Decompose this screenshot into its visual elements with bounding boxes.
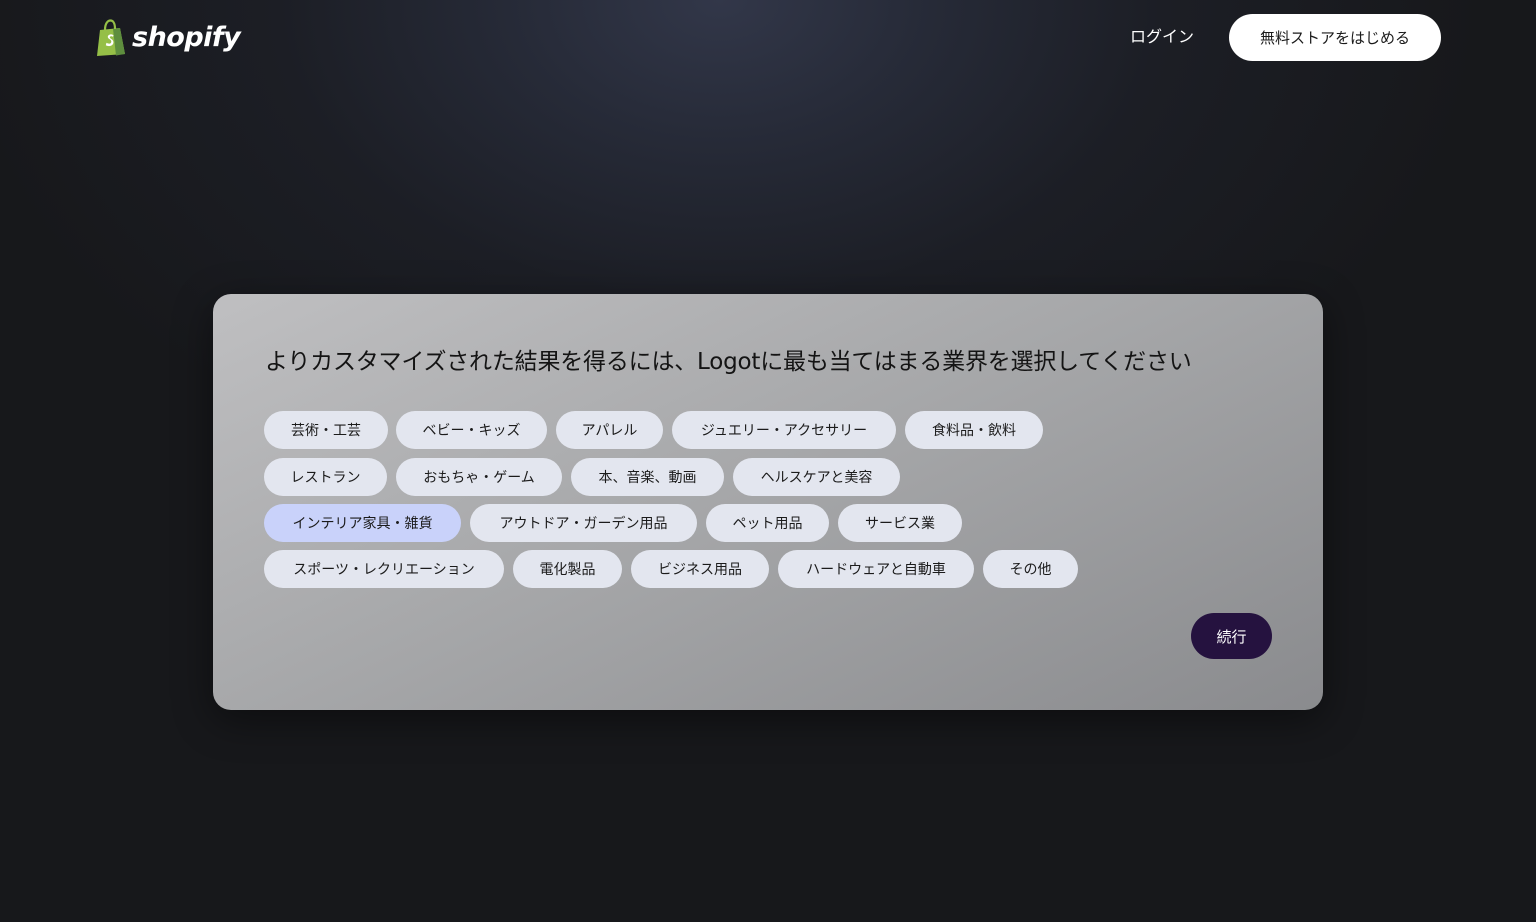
industry-chip-selected[interactable]: インテリア家具・雑貨 bbox=[264, 504, 461, 542]
industry-chip[interactable]: ヘルスケアと美容 bbox=[733, 458, 900, 496]
industry-chip[interactable]: スポーツ・レクリエーション bbox=[264, 550, 504, 588]
continue-button[interactable]: 続行 bbox=[1191, 613, 1272, 659]
industry-chip[interactable]: 芸術・工芸 bbox=[264, 411, 388, 449]
industry-chip[interactable]: おもちゃ・ゲーム bbox=[396, 458, 562, 496]
industry-chip[interactable]: ジュエリー・アクセサリー bbox=[672, 411, 896, 449]
card-title: よりカスタマイズされた結果を得るには、Logotに最も当てはまる業界を選択してく… bbox=[265, 349, 1192, 375]
industry-chip[interactable]: 食料品・飲料 bbox=[905, 411, 1043, 449]
brand-name: shopify bbox=[132, 21, 241, 53]
industry-chip[interactable]: ペット用品 bbox=[706, 504, 829, 542]
industry-chip[interactable]: ベビー・キッズ bbox=[396, 411, 547, 449]
industry-chip[interactable]: レストラン bbox=[264, 458, 387, 496]
industry-chip[interactable]: サービス業 bbox=[838, 504, 962, 542]
industry-chip[interactable]: ビジネス用品 bbox=[631, 550, 769, 588]
industry-chip[interactable]: アウトドア・ガーデン用品 bbox=[470, 504, 697, 542]
shopping-bag-icon bbox=[97, 19, 125, 56]
industry-chip[interactable]: その他 bbox=[983, 550, 1078, 588]
industry-chip[interactable]: ハードウェアと自動車 bbox=[778, 550, 974, 588]
industry-chip[interactable]: アパレル bbox=[556, 411, 663, 449]
shopify-logo[interactable]: shopify bbox=[94, 18, 241, 58]
industry-selection-card: よりカスタマイズされた結果を得るには、Logotに最も当てはまる業界を選択してく… bbox=[213, 294, 1323, 710]
industry-chip[interactable]: 電化製品 bbox=[513, 550, 622, 588]
start-free-store-button[interactable]: 無料ストアをはじめる bbox=[1229, 14, 1441, 61]
login-link[interactable]: ログイン bbox=[1130, 24, 1194, 50]
industry-chip[interactable]: 本、音楽、動画 bbox=[571, 458, 724, 496]
